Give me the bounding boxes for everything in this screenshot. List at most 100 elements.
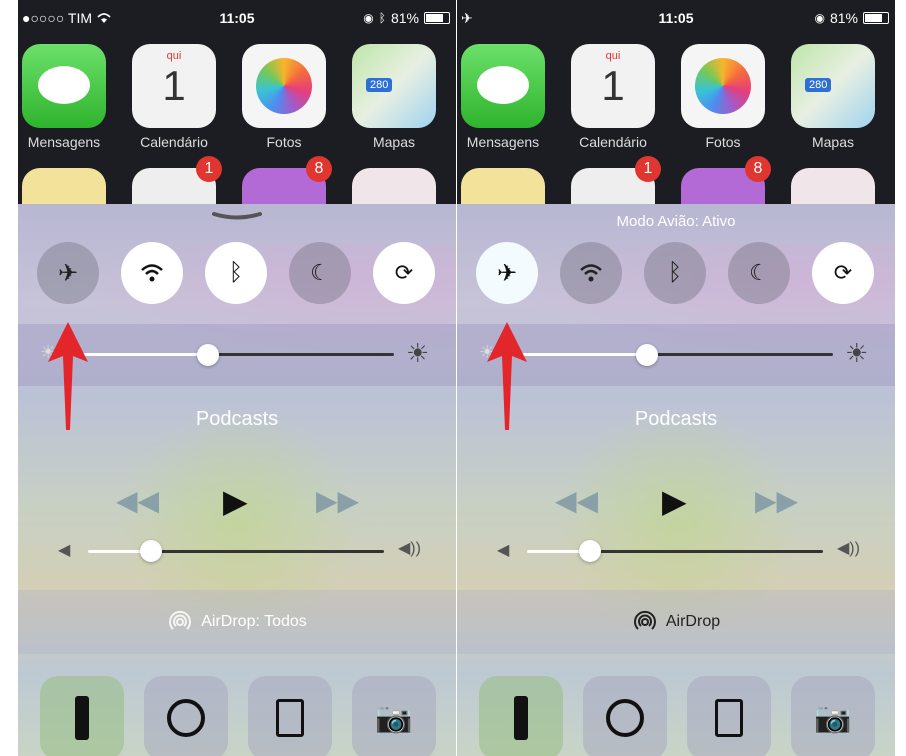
rotation-lock-status-icon: ◉ xyxy=(814,11,825,25)
fast-forward-button[interactable]: ▶▶ xyxy=(316,484,359,517)
volume-low-icon: ◀ xyxy=(497,542,510,559)
do-not-disturb-toggle[interactable]: ☾ xyxy=(728,242,790,304)
camera-icon: 📷 xyxy=(814,701,852,735)
flashlight-icon xyxy=(75,696,89,740)
volume-high-icon: ◀)) xyxy=(398,540,421,557)
status-bar: ✈ 11:05 ◉ 81% xyxy=(457,8,895,30)
toggle-row: ✈ ᛒ ☾ ⟳ xyxy=(457,242,895,308)
app-calendario[interactable]: qui 1 Calendário xyxy=(132,44,216,150)
flashlight-button[interactable] xyxy=(40,676,124,756)
bluetooth-icon: ᛒ xyxy=(667,259,683,286)
airdrop-label: AirDrop: Todos xyxy=(201,613,307,630)
app-fotos[interactable]: Fotos xyxy=(681,44,765,150)
maps-icon: 280 xyxy=(352,44,436,128)
cc-status-title: Modo Avião: Ativo xyxy=(616,213,736,230)
media-controls: ◀◀ ▶ ▶▶ xyxy=(18,483,456,519)
screenshot-left: ●○○○○ TIM 11:05 ◉ ᛒ 81% Mensagens qui 1 … xyxy=(18,0,456,756)
bluetooth-toggle[interactable]: ᛒ xyxy=(644,242,706,304)
wifi-icon xyxy=(580,264,602,282)
airdrop-icon xyxy=(633,610,656,630)
bluetooth-toggle[interactable]: ᛒ xyxy=(205,242,267,304)
wifi-toggle[interactable] xyxy=(121,242,183,304)
control-center: ✈ ᛒ ☾ ⟳ ☀ ☀ Podcasts ◀◀ ▶ ▶▶ ◀ ◀)) AirDr… xyxy=(18,204,456,756)
volume-high-icon: ◀)) xyxy=(837,540,860,557)
calculator-button[interactable] xyxy=(248,676,332,756)
timer-button[interactable] xyxy=(144,676,228,756)
volume-low-icon: ◀ xyxy=(58,542,71,559)
bluetooth-icon: ᛒ xyxy=(228,259,244,286)
rotation-lock-icon: ⟳ xyxy=(833,260,853,285)
messages-icon xyxy=(461,44,545,128)
airdrop-label: AirDrop xyxy=(665,613,721,630)
screenshot-right: ✈ 11:05 ◉ 81% Mensagens qui 1 Calendário xyxy=(457,0,895,756)
airplane-mode-toggle[interactable]: ✈ xyxy=(476,242,538,304)
grabber-handle[interactable] xyxy=(212,212,262,220)
annotation-arrow xyxy=(48,322,88,430)
calendar-icon: qui 1 xyxy=(132,44,216,128)
brightness-knob[interactable] xyxy=(636,344,658,366)
volume-slider[interactable]: ◀ ◀)) xyxy=(457,536,895,566)
rotation-lock-status-icon: ◉ xyxy=(363,11,374,25)
moon-icon: ☾ xyxy=(310,260,330,285)
volume-knob[interactable] xyxy=(140,540,162,562)
photos-icon xyxy=(681,44,765,128)
toggle-row: ✈ ᛒ ☾ ⟳ xyxy=(18,242,456,308)
rewind-button[interactable]: ◀◀ xyxy=(555,484,598,517)
airdrop-button[interactable]: AirDrop: Todos xyxy=(18,590,456,654)
play-button[interactable]: ▶ xyxy=(223,482,248,520)
app-mapas[interactable]: 280 Mapas xyxy=(791,44,875,150)
airplane-icon: ✈ xyxy=(57,259,79,287)
app-mensagens[interactable]: Mensagens xyxy=(461,44,545,150)
do-not-disturb-toggle[interactable]: ☾ xyxy=(289,242,351,304)
battery-icon xyxy=(424,12,450,24)
messages-icon xyxy=(22,44,106,128)
rewind-button[interactable]: ◀◀ xyxy=(116,484,159,517)
airdrop-icon xyxy=(169,610,192,630)
wifi-toggle[interactable] xyxy=(560,242,622,304)
timer-icon xyxy=(606,699,644,737)
brightness-knob[interactable] xyxy=(197,344,219,366)
maps-icon: 280 xyxy=(791,44,875,128)
rotation-lock-icon: ⟳ xyxy=(394,260,414,285)
airplane-icon: ✈ xyxy=(496,259,518,287)
battery-percent: 81% xyxy=(390,10,419,26)
volume-knob[interactable] xyxy=(579,540,601,562)
calculator-button[interactable] xyxy=(687,676,771,756)
brightness-high-icon: ☀ xyxy=(845,338,869,368)
rotation-lock-toggle[interactable]: ⟳ xyxy=(812,242,874,304)
badge: 8 xyxy=(306,156,332,182)
calculator-icon xyxy=(715,699,743,737)
bluetooth-status-icon: ᛒ xyxy=(378,11,386,25)
calendar-icon: qui 1 xyxy=(571,44,655,128)
badge: 8 xyxy=(745,156,771,182)
photos-icon xyxy=(242,44,326,128)
fast-forward-button[interactable]: ▶▶ xyxy=(755,484,798,517)
badge: 1 xyxy=(196,156,222,182)
timer-button[interactable] xyxy=(583,676,667,756)
status-bar: ●○○○○ TIM 11:05 ◉ ᛒ 81% xyxy=(18,8,456,30)
airplane-mode-toggle[interactable]: ✈ xyxy=(37,242,99,304)
flashlight-icon xyxy=(514,696,528,740)
camera-button[interactable]: 📷 xyxy=(352,676,436,756)
rotation-lock-toggle[interactable]: ⟳ xyxy=(373,242,435,304)
timer-icon xyxy=(167,699,205,737)
app-mapas[interactable]: 280 Mapas xyxy=(352,44,436,150)
app-mensagens[interactable]: Mensagens xyxy=(22,44,106,150)
camera-icon: 📷 xyxy=(375,701,413,735)
annotation-arrow xyxy=(487,322,527,430)
moon-icon: ☾ xyxy=(749,260,769,285)
control-center: Modo Avião: Ativo ✈ ᛒ ☾ ⟳ ☀ ☀ Podcasts ◀… xyxy=(457,204,895,756)
battery-icon xyxy=(863,12,889,24)
app-fotos[interactable]: Fotos xyxy=(242,44,326,150)
media-controls: ◀◀ ▶ ▶▶ xyxy=(457,483,895,519)
brightness-high-icon: ☀ xyxy=(406,338,430,368)
airdrop-button[interactable]: AirDrop xyxy=(457,590,895,654)
volume-slider[interactable]: ◀ ◀)) xyxy=(18,536,456,566)
calculator-icon xyxy=(276,699,304,737)
play-button[interactable]: ▶ xyxy=(662,482,687,520)
badge: 1 xyxy=(635,156,661,182)
battery-percent: 81% xyxy=(829,10,858,26)
app-calendario[interactable]: qui 1 Calendário xyxy=(571,44,655,150)
flashlight-button[interactable] xyxy=(479,676,563,756)
camera-button[interactable]: 📷 xyxy=(791,676,875,756)
